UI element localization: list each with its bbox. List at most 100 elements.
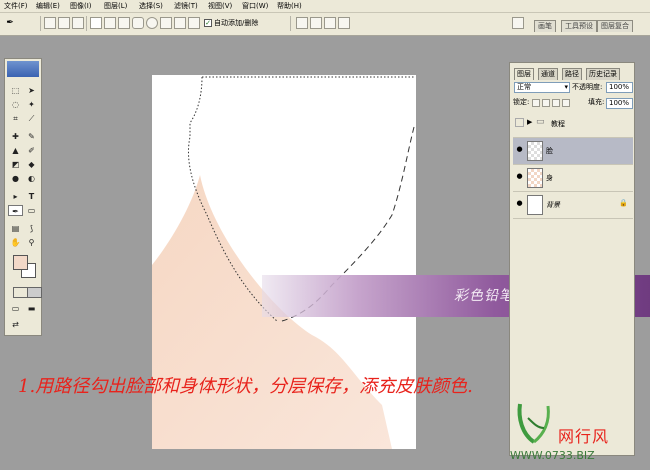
brush-tool-icon[interactable]: ✎ (24, 131, 39, 142)
auto-add-delete-label: 自动添加/删除 (214, 19, 259, 27)
feather-logo-icon (7, 61, 39, 77)
layer-row[interactable]: ● 背景 🔒 (513, 192, 633, 219)
eye-icon[interactable]: ● (515, 172, 524, 181)
jump-to-imageready-icon[interactable]: ⇄ (8, 319, 23, 330)
stamp-tool-icon[interactable]: ▲ (8, 145, 23, 156)
tab-channels[interactable]: 通道 (538, 68, 558, 80)
fill-field[interactable]: 100% (606, 98, 633, 109)
marquee-tool-icon[interactable]: ⬚ (8, 85, 23, 96)
pen-tool-preset-icon[interactable]: ✒ (4, 17, 16, 29)
lock-all-icon[interactable] (562, 99, 570, 107)
tab-layers[interactable]: 图层 (514, 68, 534, 80)
history-brush-icon[interactable]: ✐ (24, 145, 39, 156)
layer-row[interactable]: ● 脸 (513, 138, 633, 165)
toolbox: ⬚ ➤ ◌ ✦ ⌗ ⟋ ✚ ✎ ▲ ✐ ◩ ◆ ● ◐ ▸ T ✒ ▭ ▤ ⟆ … (4, 58, 42, 336)
layer-thumbnail (527, 195, 543, 215)
tab-paths[interactable]: 路径 (562, 68, 582, 80)
eyedropper-icon[interactable]: ⟆ (24, 223, 39, 234)
layer-thumbnail (527, 168, 543, 188)
shape-tool-icon[interactable]: ▭ (24, 205, 39, 216)
menu-select[interactable]: 选择(S) (139, 1, 163, 11)
magic-wand-icon[interactable]: ✦ (24, 99, 39, 110)
healing-brush-icon[interactable]: ✚ (8, 131, 23, 142)
zoom-tool-icon[interactable]: ⚲ (24, 237, 39, 248)
eye-icon[interactable]: ● (515, 199, 524, 208)
custom-shape-icon[interactable] (188, 17, 200, 29)
lasso-tool-icon[interactable]: ◌ (8, 99, 23, 110)
path-intersect-icon[interactable] (324, 17, 336, 29)
blur-tool-icon[interactable]: ● (8, 173, 23, 184)
layer-thumbnail (527, 141, 543, 161)
screen-mode-full-icon[interactable]: ▬ (24, 303, 39, 314)
freeform-pen-icon[interactable] (104, 17, 116, 29)
tab-history[interactable]: 历史记录 (586, 68, 620, 80)
eye-icon[interactable]: ● (515, 145, 524, 154)
menu-image[interactable]: 图像(I) (70, 1, 92, 11)
menu-layer[interactable]: 图层(L) (104, 1, 127, 11)
tutorial-caption: 1.用路径勾出脸部和身体形状，分层保存，添充皮肤颜色. (18, 376, 473, 397)
separator (290, 16, 291, 31)
shape-layers-icon[interactable] (44, 17, 56, 29)
menu-filter[interactable]: 滤镜(T) (174, 1, 198, 11)
eraser-tool-icon[interactable]: ◩ (8, 159, 23, 170)
visibility-toggle[interactable] (515, 118, 524, 127)
well-tab-layer-comps[interactable]: 图层复合 (597, 20, 633, 32)
menu-window[interactable]: 窗口(W) (242, 1, 268, 11)
menu-edit[interactable]: 编辑(E) (36, 1, 60, 11)
quick-mask-icon[interactable] (27, 287, 42, 298)
rounded-rectangle-icon[interactable] (132, 17, 144, 29)
blend-mode-select[interactable]: 正常 ▾ (514, 82, 570, 93)
hand-tool-icon[interactable]: ✋ (8, 237, 23, 248)
dodge-tool-icon[interactable]: ◐ (24, 173, 39, 184)
lock-position-icon[interactable] (552, 99, 560, 107)
layer-name: 教程 (551, 120, 565, 128)
auto-add-delete-checkbox[interactable]: ✓ (204, 19, 212, 27)
separator (86, 16, 87, 31)
lock-image-icon[interactable] (542, 99, 550, 107)
standard-mode-icon[interactable] (13, 287, 28, 298)
fill-label: 填充: (588, 98, 605, 106)
paths-mode-icon[interactable] (58, 17, 70, 29)
palette-well-icon[interactable] (512, 17, 524, 29)
menu-bar: 文件(F) 编辑(E) 图像(I) 图层(L) 选择(S) 滤镜(T) 视图(V… (0, 0, 650, 13)
foreground-color-swatch[interactable] (13, 255, 28, 270)
paint-bucket-icon[interactable]: ◆ (24, 159, 39, 170)
path-selection-icon[interactable]: ▸ (8, 191, 23, 202)
path-exclude-icon[interactable] (338, 17, 350, 29)
layer-name: 身 (546, 174, 553, 182)
watermark-text: 网行风 (558, 427, 610, 446)
lock-transparency-icon[interactable] (532, 99, 540, 107)
path-subtract-icon[interactable] (310, 17, 322, 29)
layer-name: 脸 (546, 147, 553, 155)
layer-row[interactable]: ● 身 (513, 165, 633, 192)
well-tab-tool-presets[interactable]: 工具预设 (561, 20, 597, 32)
move-tool-icon[interactable]: ➤ (24, 85, 39, 96)
pen-tool-icon[interactable]: ✒ (8, 205, 23, 216)
ellipse-icon[interactable] (146, 17, 158, 29)
line-icon[interactable] (174, 17, 186, 29)
notes-tool-icon[interactable]: ▤ (8, 223, 23, 234)
opacity-field[interactable]: 100% (606, 82, 633, 93)
crop-tool-icon[interactable]: ⌗ (8, 113, 23, 124)
slice-tool-icon[interactable]: ⟋ (24, 113, 39, 124)
path-add-icon[interactable] (296, 17, 308, 29)
layers-panel: 图层 通道 路径 历史记录 正常 ▾ 不透明度: 100% 锁定: 填充: 100… (509, 62, 635, 456)
type-tool-icon[interactable]: T (24, 191, 39, 202)
menu-help[interactable]: 帮助(H) (277, 1, 302, 11)
opacity-label: 不透明度: (572, 83, 603, 91)
layer-name: 背景 (546, 201, 560, 209)
folder-icon: ▭ (536, 117, 545, 127)
separator (40, 16, 41, 31)
chevron-right-icon[interactable]: ▶ (527, 118, 532, 126)
well-tab-brushes[interactable]: 画笔 (534, 20, 556, 32)
screen-mode-standard-icon[interactable]: ▭ (8, 303, 23, 314)
fill-pixels-icon[interactable] (72, 17, 84, 29)
chevron-down-icon: ▾ (564, 83, 568, 91)
blend-mode-value: 正常 (517, 83, 531, 91)
pen-icon[interactable] (90, 17, 102, 29)
menu-file[interactable]: 文件(F) (4, 1, 28, 11)
polygon-icon[interactable] (160, 17, 172, 29)
menu-view[interactable]: 视图(V) (208, 1, 232, 11)
layer-row[interactable]: ▶ ▭ 教程 (513, 111, 633, 138)
rectangle-icon[interactable] (118, 17, 130, 29)
